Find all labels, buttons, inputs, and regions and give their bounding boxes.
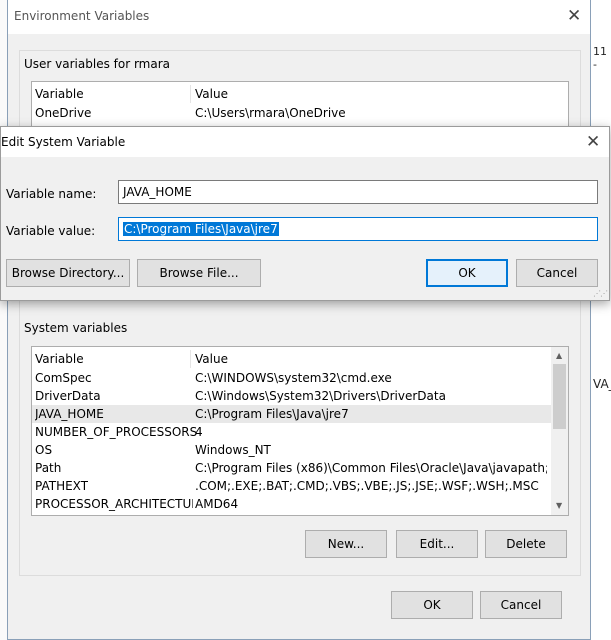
column-header-variable[interactable]: Variable — [35, 352, 84, 366]
cancel-button[interactable]: Cancel — [516, 259, 598, 287]
edit-variable-button[interactable]: Edit... — [396, 530, 478, 558]
scrollbar-thumb[interactable] — [553, 364, 566, 429]
column-header-value[interactable]: Value — [195, 352, 228, 366]
variable-name-cell: JAVA_HOME — [35, 407, 104, 421]
scroll-up-icon[interactable]: ▲ — [556, 352, 562, 360]
environment-variables-window: Environment Variables ✕ User variables f… — [7, 0, 591, 640]
list-header: Variable Value — [32, 350, 568, 368]
variable-name-label: Variable name: — [6, 187, 97, 201]
selected-text: C:\Program Files\Java\jre7 — [123, 222, 279, 236]
table-row[interactable]: DriverData C:\Windows\System32\Drivers\D… — [32, 387, 568, 405]
background-text-fragment: VA_ — [593, 377, 611, 391]
variable-value-cell: C:\Program Files\Java\jre7 — [195, 407, 349, 421]
variable-value-cell: .COM;.EXE;.BAT;.CMD;.VBS;.VBE;.JS;.JSE;.… — [195, 479, 539, 493]
variable-name-cell: OS — [35, 443, 53, 457]
user-variables-label: User variables for rmara — [24, 57, 171, 71]
delete-variable-button[interactable]: Delete — [485, 530, 567, 558]
edit-dialog-titlebar: Edit System Variable ✕ — [1, 127, 609, 157]
variable-name-cell: ComSpec — [35, 371, 92, 385]
variable-name-cell: PATHEXT — [35, 479, 89, 493]
variable-value-cell: C:\Program Files (x86)\Common Files\Orac… — [195, 461, 547, 475]
column-divider[interactable] — [190, 85, 191, 103]
browse-directory-button[interactable]: Browse Directory... — [6, 259, 130, 287]
edit-system-variable-dialog: Edit System Variable ✕ Variable name: JA… — [0, 126, 610, 301]
table-row[interactable]: PATHEXT .COM;.EXE;.BAT;.CMD;.VBS;.VBE;.J… — [32, 477, 568, 495]
table-row-selected[interactable]: JAVA_HOME C:\Program Files\Java\jre7 — [32, 405, 568, 423]
table-row[interactable]: PROCESSOR_ARCHITECTURE AMD64 — [32, 495, 568, 513]
system-variables-label: System variables — [24, 321, 128, 335]
variable-value-field[interactable]: C:\Program Files\Java\jre7 — [118, 217, 598, 241]
variable-name-cell: PROCESSOR_ARCHITECTURE — [35, 497, 193, 511]
browse-file-button[interactable]: Browse File... — [137, 259, 261, 287]
close-icon[interactable]: ✕ — [586, 134, 600, 151]
variable-name-cell: DriverData — [35, 389, 101, 403]
cancel-button[interactable]: Cancel — [480, 591, 562, 619]
column-header-variable[interactable]: Variable — [35, 87, 84, 101]
variable-name-value: JAVA_HOME — [123, 185, 192, 199]
background-window-right-edge: 11 - VA_ — [590, 0, 611, 640]
ok-button[interactable]: OK — [426, 259, 508, 287]
table-row[interactable]: Path C:\Program Files (x86)\Common Files… — [32, 459, 568, 477]
new-variable-button[interactable]: New... — [305, 530, 387, 558]
variable-name-cell: NUMBER_OF_PROCESSORS — [35, 425, 198, 439]
variable-name-cell: Path — [35, 461, 62, 475]
variable-value-cell: C:\Windows\System32\Drivers\DriverData — [195, 389, 446, 403]
system-variables-list[interactable]: Variable Value ComSpec C:\WINDOWS\system… — [31, 346, 569, 516]
env-titlebar: Environment Variables ✕ — [8, 0, 590, 34]
list-header: Variable Value — [32, 85, 568, 103]
variable-value-text: C:\Program Files\Java\jre7 — [123, 222, 279, 236]
variable-value-label: Variable value: — [6, 224, 96, 238]
scroll-down-icon[interactable]: ▼ — [556, 502, 562, 510]
column-header-value[interactable]: Value — [195, 87, 228, 101]
variable-value-cell: C:\Users\rmara\OneDrive — [195, 106, 346, 120]
variable-value-cell: C:\WINDOWS\system32\cmd.exe — [195, 371, 392, 385]
variable-value-cell: AMD64 — [195, 497, 239, 511]
table-row[interactable]: NUMBER_OF_PROCESSORS 4 — [32, 423, 568, 441]
column-divider[interactable] — [190, 350, 191, 368]
env-window-title: Environment Variables — [14, 9, 150, 23]
close-icon[interactable]: ✕ — [567, 8, 581, 25]
variable-value-cell: Windows_NT — [195, 443, 271, 457]
resize-grip-icon[interactable]: ⋰⋰ — [593, 289, 608, 298]
table-row[interactable]: OneDrive C:\Users\rmara\OneDrive — [32, 104, 568, 122]
background-text-fragment: 11 - — [593, 45, 607, 71]
vertical-scrollbar[interactable]: ▲ ▼ — [551, 347, 568, 515]
edit-dialog-title: Edit System Variable — [1, 135, 126, 149]
variable-name-field[interactable]: JAVA_HOME — [118, 180, 598, 204]
table-row[interactable]: ComSpec C:\WINDOWS\system32\cmd.exe — [32, 369, 568, 387]
variable-value-cell: 4 — [195, 425, 203, 439]
ok-button[interactable]: OK — [391, 591, 473, 619]
user-variables-list[interactable]: Variable Value OneDrive C:\Users\rmara\O… — [31, 81, 569, 131]
table-row[interactable]: OS Windows_NT — [32, 441, 568, 459]
variable-name-cell: OneDrive — [35, 106, 92, 120]
